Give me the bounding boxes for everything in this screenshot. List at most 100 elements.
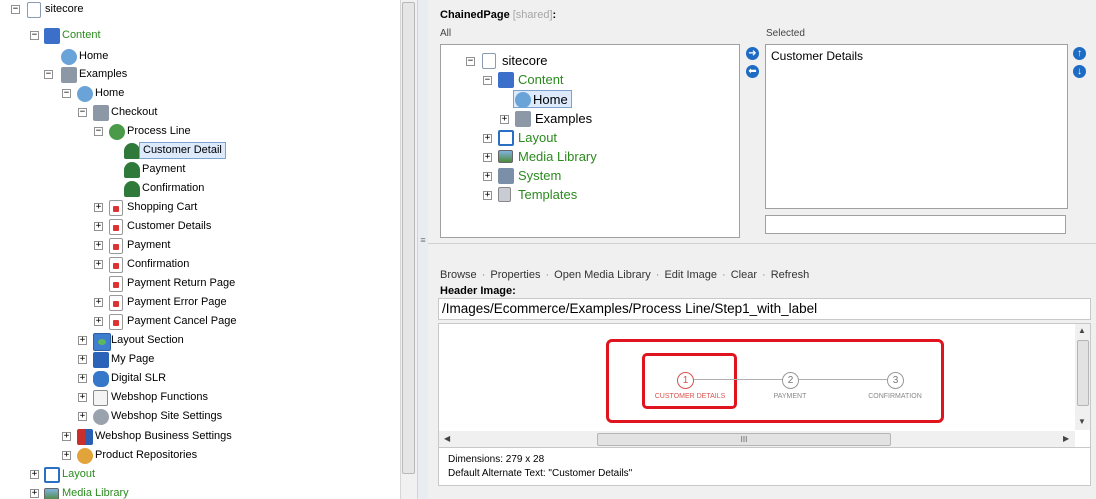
tree-node-process-line[interactable]: − Process Line xyxy=(0,122,400,141)
step-icon xyxy=(124,143,140,159)
tree-node-customer-details[interactable]: + Customer Details xyxy=(0,217,400,236)
expand-icon[interactable]: + xyxy=(78,355,87,364)
preview-vscrollbar[interactable]: ▲ ▼ xyxy=(1075,324,1090,430)
page-icon xyxy=(109,200,123,216)
tree-node-digital-slr[interactable]: + Digital SLR xyxy=(0,369,400,388)
expand-icon[interactable]: + xyxy=(94,260,103,269)
tree-node-content[interactable]: − Content xyxy=(0,26,400,45)
expand-icon[interactable]: + xyxy=(483,153,492,162)
step-3-circle: 3 xyxy=(887,372,904,389)
tree-node-webshop-site-settings[interactable]: + Webshop Site Settings xyxy=(0,407,400,426)
tree-node-payment-page[interactable]: + Payment xyxy=(0,236,400,255)
collapse-icon[interactable]: − xyxy=(30,31,39,40)
tree-node-payment[interactable]: Payment xyxy=(0,160,400,179)
expand-icon[interactable]: + xyxy=(483,172,492,181)
preview-hscroll-thumb[interactable]: III xyxy=(597,433,891,446)
tree-label: Payment xyxy=(127,239,171,251)
step-icon xyxy=(124,162,140,178)
clear-link[interactable]: Clear xyxy=(731,269,757,281)
all-items-treelist[interactable]: − sitecore − Content Home + Examples + L… xyxy=(440,44,740,238)
content-icon xyxy=(44,28,60,44)
tree-node-confirmation[interactable]: Confirmation xyxy=(0,179,400,198)
scroll-right-icon[interactable]: ▶ xyxy=(1063,434,1069,443)
move-down-arrow-icon[interactable]: ↓ xyxy=(1073,65,1086,78)
collapse-icon[interactable]: − xyxy=(44,70,53,79)
home-icon xyxy=(515,92,531,108)
collapse-icon[interactable]: − xyxy=(483,76,492,85)
tree-node-home[interactable]: Home xyxy=(0,47,400,66)
tree-node-payment-error-page[interactable]: + Payment Error Page xyxy=(0,293,400,312)
tree-label: Webshop Functions xyxy=(111,391,209,403)
expand-icon[interactable]: + xyxy=(78,393,87,402)
expand-icon[interactable]: + xyxy=(483,191,492,200)
tree-label: Layout Section xyxy=(111,334,184,346)
tree-label: Webshop Business Settings xyxy=(95,430,232,442)
tree-node-payment-return-page[interactable]: Payment Return Page xyxy=(0,274,400,293)
expand-icon[interactable]: + xyxy=(94,222,103,231)
step-2-circle: 2 xyxy=(782,372,799,389)
expand-icon[interactable]: + xyxy=(500,115,509,124)
page-icon xyxy=(109,257,123,273)
expand-icon[interactable]: + xyxy=(78,412,87,421)
open-media-library-link[interactable]: Open Media Library xyxy=(554,269,651,281)
remove-item-arrow-icon[interactable]: ⬅ xyxy=(746,65,759,78)
expand-icon[interactable]: + xyxy=(94,241,103,250)
tree-label: Product Repositories xyxy=(95,449,198,461)
tree-node-webshop-functions[interactable]: + Webshop Functions xyxy=(0,388,400,407)
expand-icon[interactable]: + xyxy=(62,432,71,441)
tree-label: Payment Return Page xyxy=(127,277,236,289)
preview-vscroll-thumb[interactable] xyxy=(1077,340,1089,406)
move-up-arrow-icon[interactable]: ↑ xyxy=(1073,47,1086,60)
collapse-icon[interactable]: − xyxy=(11,5,20,14)
tree-node-checkout[interactable]: − Checkout xyxy=(0,103,400,122)
tree-node-customer-detail[interactable]: Customer Detail xyxy=(0,141,400,160)
scroll-left-icon[interactable]: ◀ xyxy=(444,434,450,443)
tree-node-examples[interactable]: − Examples xyxy=(0,65,400,84)
content-tree: − sitecore − Content Home − Examples − H… xyxy=(0,0,400,499)
image-path-field[interactable]: /Images/Ecommerce/Examples/Process Line/… xyxy=(438,298,1091,320)
expand-icon[interactable]: + xyxy=(94,298,103,307)
tree-node-confirmation-page[interactable]: + Confirmation xyxy=(0,255,400,274)
collapse-icon[interactable]: − xyxy=(78,108,87,117)
selected-label: Selected xyxy=(766,28,805,39)
selected-item-filter-input[interactable] xyxy=(765,215,1066,234)
tree-label: Content xyxy=(62,29,101,41)
selected-items-list[interactable]: Customer Details xyxy=(765,44,1068,209)
tree-node-layout[interactable]: + Layout xyxy=(0,465,400,484)
collapse-icon[interactable]: − xyxy=(94,127,103,136)
expand-icon[interactable]: + xyxy=(94,317,103,326)
browse-link[interactable]: Browse xyxy=(440,269,477,281)
step-2-label: PAYMENT xyxy=(773,393,807,400)
expand-icon[interactable]: + xyxy=(30,489,39,498)
home-icon xyxy=(61,49,77,65)
expand-icon[interactable]: + xyxy=(78,374,87,383)
tree-node-media-library[interactable]: + Media Library xyxy=(0,484,400,499)
tree-node-home[interactable]: − Home xyxy=(0,84,400,103)
expand-icon[interactable]: + xyxy=(78,336,87,345)
tree-label: Shopping Cart xyxy=(127,201,198,213)
properties-link[interactable]: Properties xyxy=(490,269,540,281)
scroll-down-icon[interactable]: ▼ xyxy=(1078,417,1086,426)
selected-item[interactable]: Customer Details xyxy=(771,49,863,63)
tree-node-my-page[interactable]: + My Page xyxy=(0,350,400,369)
tree-node-payment-cancel-page[interactable]: + Payment Cancel Page xyxy=(0,312,400,331)
tree-node-webshop-business-settings[interactable]: + Webshop Business Settings xyxy=(0,427,400,446)
scroll-up-icon[interactable]: ▲ xyxy=(1078,326,1086,335)
tree-scrollbar-thumb[interactable] xyxy=(402,2,415,474)
expand-icon[interactable]: + xyxy=(94,203,103,212)
edit-image-link[interactable]: Edit Image xyxy=(664,269,717,281)
expand-icon[interactable]: + xyxy=(30,470,39,479)
refresh-link[interactable]: Refresh xyxy=(771,269,810,281)
collapse-icon[interactable]: − xyxy=(466,57,475,66)
preview-hscrollbar[interactable]: ◀ III ▶ xyxy=(439,431,1075,447)
collapse-icon[interactable]: − xyxy=(62,89,71,98)
tree-node-product-repositories[interactable]: + Product Repositories xyxy=(0,446,400,465)
tree-label: Home xyxy=(533,92,568,107)
tree-node-sitecore[interactable]: − sitecore xyxy=(0,0,400,19)
expand-icon[interactable]: + xyxy=(483,134,492,143)
tree-label: Home xyxy=(95,87,125,99)
add-item-arrow-icon[interactable]: ➜ xyxy=(746,47,759,60)
tree-node-shopping-cart[interactable]: + Shopping Cart xyxy=(0,198,400,217)
tree-node-layout-section[interactable]: + Layout Section xyxy=(0,331,400,351)
expand-icon[interactable]: + xyxy=(62,451,71,460)
